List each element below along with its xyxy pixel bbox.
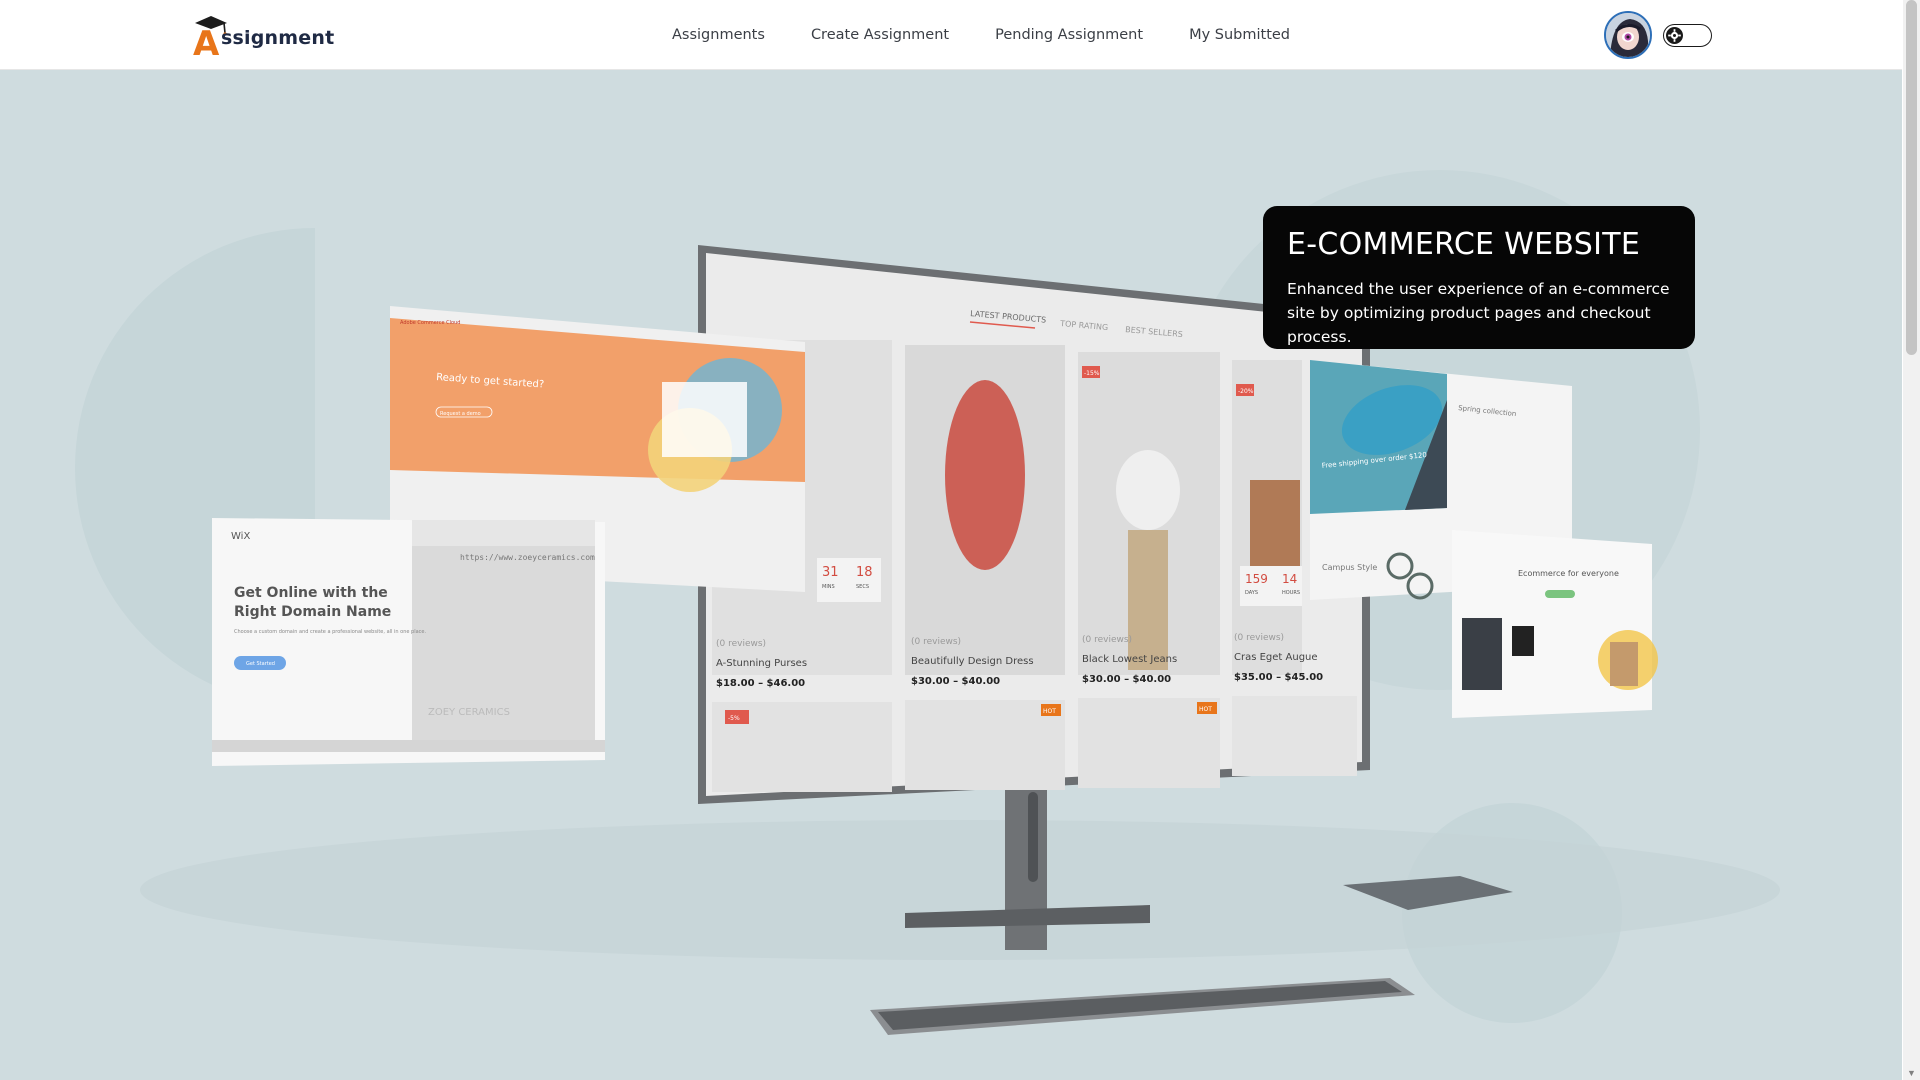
- svg-text:-20%: -20%: [1238, 388, 1254, 395]
- project-title: E-COMMERCE WEBSITE: [1287, 227, 1641, 262]
- avatar-image: [1606, 13, 1650, 57]
- nav-link-assignments[interactable]: Assignments: [672, 27, 765, 43]
- gear-icon: [1668, 28, 1681, 42]
- main-nav: Assignments Create Assignment Pending As…: [672, 0, 1290, 70]
- svg-text:18: 18: [856, 565, 873, 580]
- nav-link-my-submitted[interactable]: My Submitted: [1189, 27, 1290, 43]
- svg-text:Choose a custom domain and cre: Choose a custom domain and create a prof…: [234, 629, 426, 635]
- svg-text:HOURS: HOURS: [1282, 590, 1300, 596]
- svg-text:(0 reviews): (0 reviews): [716, 639, 766, 649]
- svg-text:$30.00 – $40.00: $30.00 – $40.00: [1082, 674, 1171, 685]
- project-info-card: E-COMMERCE WEBSITE Enhanced the user exp…: [1263, 206, 1695, 349]
- svg-text:31: 31: [822, 565, 839, 580]
- svg-text:Black Lowest Jeans: Black Lowest Jeans: [1082, 654, 1177, 665]
- svg-text:Adobe Commerce Cloud: Adobe Commerce Cloud: [400, 320, 460, 326]
- svg-text:DAYS: DAYS: [1245, 590, 1258, 596]
- svg-text:ZOEY CERAMICS: ZOEY CERAMICS: [428, 707, 510, 718]
- svg-text:A: A: [193, 24, 220, 57]
- svg-text:Right Domain Name: Right Domain Name: [234, 604, 391, 620]
- site-logo[interactable]: A ssignment: [191, 13, 334, 64]
- svg-text:HOT: HOT: [1199, 706, 1212, 713]
- svg-text:-5%: -5%: [728, 715, 740, 722]
- toggle-knob: [1666, 26, 1683, 44]
- svg-text:Cras Eget Augue: Cras Eget Augue: [1234, 652, 1318, 663]
- svg-text:Get Started: Get Started: [246, 661, 275, 667]
- svg-text:HOT: HOT: [1043, 708, 1056, 715]
- logo-text: ssignment: [221, 27, 335, 49]
- svg-text:SECS: SECS: [856, 584, 869, 590]
- floor-shadow: [140, 820, 1780, 960]
- svg-text:(0 reviews): (0 reviews): [1082, 635, 1132, 645]
- project-description: Enhanced the user experience of an e-com…: [1287, 279, 1670, 346]
- nav-link-pending-assignment[interactable]: Pending Assignment: [995, 27, 1143, 43]
- svg-text:$30.00 – $40.00: $30.00 – $40.00: [911, 676, 1000, 687]
- svg-text:Request a demo: Request a demo: [440, 411, 481, 417]
- svg-text:$35.00 – $45.00: $35.00 – $45.00: [1234, 672, 1323, 683]
- hero-section: LATEST PRODUCTS TOP RATING BEST SELLERS …: [0, 70, 1902, 1080]
- top-navbar: A ssignment Assignments Create Assignmen…: [0, 0, 1902, 70]
- svg-text:14: 14: [1282, 572, 1297, 586]
- svg-text:https://www.zoeyceramics.com: https://www.zoeyceramics.com: [460, 553, 595, 562]
- nav-link-create-assignment[interactable]: Create Assignment: [811, 27, 949, 43]
- svg-text:(0 reviews): (0 reviews): [911, 637, 961, 647]
- svg-text:Campus Style: Campus Style: [1322, 563, 1377, 572]
- svg-text:MINS: MINS: [822, 584, 835, 590]
- user-avatar[interactable]: [1604, 11, 1652, 59]
- svg-text:WiX: WiX: [231, 531, 250, 542]
- svg-text:Ecommerce for everyone: Ecommerce for everyone: [1518, 569, 1619, 578]
- svg-text:-15%: -15%: [1084, 370, 1100, 377]
- svg-text:A-Stunning Purses: A-Stunning Purses: [716, 658, 807, 669]
- theme-toggle[interactable]: [1663, 24, 1712, 47]
- svg-text:Beautifully Design Dress: Beautifully Design Dress: [911, 656, 1034, 667]
- scrollbar-thumb[interactable]: [1906, 0, 1917, 355]
- svg-text:$18.00 – $46.00: $18.00 – $46.00: [716, 678, 805, 689]
- svg-text:159: 159: [1245, 572, 1268, 586]
- scroll-down-arrow-icon[interactable]: ▼: [1905, 1068, 1918, 1078]
- svg-text:Get Online with the: Get Online with the: [234, 585, 388, 601]
- svg-text:(0 reviews): (0 reviews): [1234, 633, 1284, 643]
